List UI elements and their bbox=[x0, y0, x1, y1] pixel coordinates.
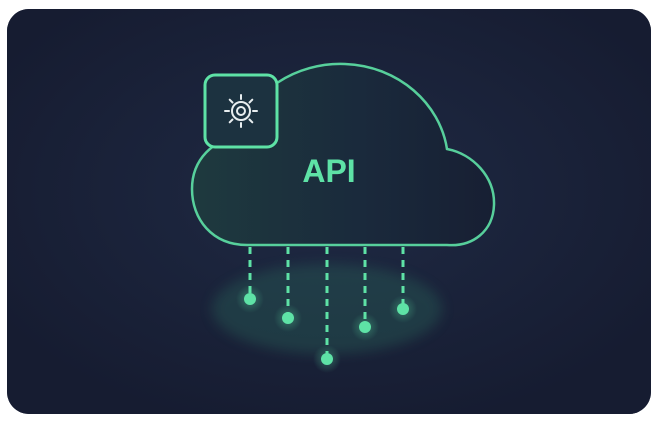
api-cloud-illustration: API bbox=[7, 9, 651, 414]
endpoint-dot bbox=[321, 353, 333, 365]
illustration-canvas: API bbox=[7, 9, 651, 414]
gear-badge bbox=[203, 73, 279, 149]
endpoint-dot bbox=[282, 312, 294, 324]
endpoint-dot bbox=[397, 303, 409, 315]
cloud-label: API bbox=[302, 153, 355, 189]
endpoint-dot bbox=[244, 293, 256, 305]
endpoint-dot bbox=[359, 321, 371, 333]
